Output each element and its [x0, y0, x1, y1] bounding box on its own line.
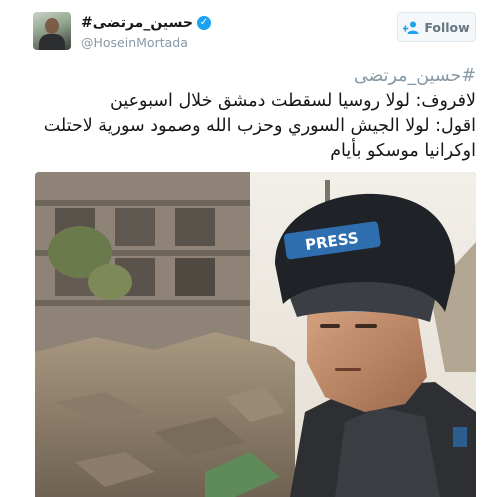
tweet-line-2: اقول: لولا الجيش السوري وحزب الله وصمود … — [43, 116, 476, 136]
tweet-line-1: لافروف: لولا روسيا لسقطت دمشق خلال اسبوع… — [110, 91, 476, 111]
tweet-line-3: اوكرانيا موسكو بأيام — [330, 141, 476, 161]
follow-button[interactable]: Follow — [397, 12, 476, 42]
tweet-photo[interactable]: PRESS — [35, 172, 476, 497]
avatar-torso — [39, 34, 65, 50]
author-handle[interactable]: @HoseinMortada — [81, 35, 188, 50]
hashtag-link[interactable]: #حسين_مرتضى — [26, 64, 476, 89]
tweet-text: #حسين_مرتضى لافروف: لولا روسيا لسقطت دمش… — [26, 64, 476, 164]
tweet-header: حسين_مرتضى# ✓ @HoseinMortada Follow — [0, 0, 500, 58]
photo-illustration: PRESS — [35, 172, 476, 497]
verified-check-icon: ✓ — [196, 16, 211, 30]
avatar-head — [45, 18, 59, 34]
author-name-row[interactable]: حسين_مرتضى# ✓ — [81, 13, 211, 33]
avatar[interactable] — [33, 12, 71, 50]
follow-button-label: Follow — [424, 19, 470, 35]
add-user-icon — [403, 21, 419, 34]
author-display-name[interactable]: حسين_مرتضى# — [81, 15, 193, 31]
